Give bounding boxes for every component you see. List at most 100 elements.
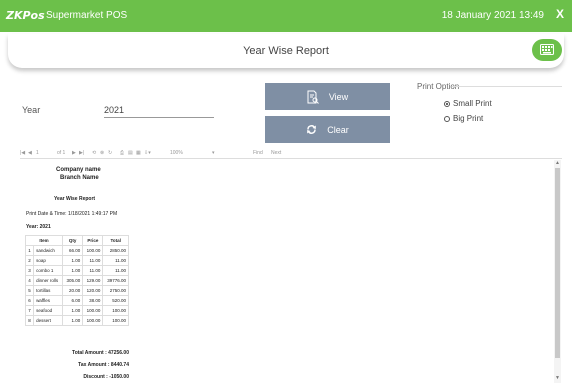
item-qty: 1.00 — [62, 315, 84, 326]
clear-button[interactable]: Clear — [265, 116, 390, 143]
first-page-icon[interactable]: |◀ — [20, 150, 25, 156]
item-price: 100.00 — [82, 315, 104, 326]
big-print-radio[interactable]: Big Print — [444, 114, 483, 123]
find-link[interactable]: Find — [253, 150, 263, 156]
item-total: 100.00 — [102, 315, 129, 326]
table-row: 5 tortillas 20.00 120.00 2750.00 — [24, 285, 129, 296]
page-number[interactable]: 1 — [36, 150, 39, 156]
small-print-radio[interactable]: Small Print — [444, 99, 492, 108]
company-name: Company name — [56, 167, 101, 173]
big-print-label: Big Print — [453, 114, 484, 123]
page-title: Year Wise Report — [243, 45, 329, 57]
item-qty: 1.00 — [62, 305, 84, 316]
view-button[interactable]: View — [265, 83, 390, 110]
column-header: Total — [102, 235, 129, 246]
table-header-row: Item Qty Price Total — [24, 235, 129, 246]
row-number: 8 — [24, 315, 35, 326]
layout-icon[interactable]: ▤ — [128, 150, 133, 156]
discount-label: Discount : — [83, 374, 108, 380]
item-price: 120.00 — [82, 285, 104, 296]
scroll-down-icon[interactable]: ▼ — [555, 375, 560, 381]
item-name: waffles — [33, 295, 64, 306]
app-logo: ZKPos — [6, 9, 45, 22]
scrollbar-thumb[interactable] — [555, 168, 560, 358]
column-header: Item — [24, 235, 64, 246]
item-qty: 6.00 — [62, 295, 84, 306]
report-toolbar: |◀ ◀ 1 of 1 ▶ ▶| ⟲ ⊗ ↻ ⎙ ▤ ▦ ⇩▾ 100% ▾ F… — [20, 148, 562, 159]
table-row: 8 dessert 1.00 100.00 100.00 — [24, 315, 129, 326]
page-header: Year Wise Report — [8, 34, 564, 68]
keyboard-icon — [540, 44, 554, 55]
item-total: 520.00 — [102, 295, 129, 306]
stop-icon[interactable]: ⊗ — [100, 150, 104, 156]
title-bar: ZKPos Supermarket POS 18 January 2021 13… — [0, 0, 572, 32]
keyboard-button[interactable] — [532, 39, 562, 61]
refresh-report-icon[interactable]: ↻ — [108, 150, 112, 156]
discount-value: -1050.00 — [109, 374, 129, 380]
scroll-up-icon[interactable]: ▲ — [555, 160, 560, 166]
row-number: 3 — [24, 265, 35, 276]
prev-page-icon[interactable]: ◀ — [28, 150, 32, 156]
small-print-label: Small Print — [453, 99, 492, 108]
clear-button-label: Clear — [327, 124, 349, 135]
radio-unselected-icon — [444, 115, 450, 122]
table-row: 1 sandwich 66.00 100.00 2850.00 — [24, 245, 129, 256]
branch-name: Branch Name — [60, 175, 99, 181]
item-qty: 1.00 — [62, 265, 84, 276]
item-price: 11.00 — [82, 255, 104, 266]
next-link[interactable]: Next — [271, 150, 281, 156]
item-qty: 305.00 — [62, 275, 84, 286]
item-name: combo 1 — [33, 265, 64, 276]
tax-amount-value: 8440.74 — [110, 362, 129, 368]
export-icon[interactable]: ⇩▾ — [144, 150, 151, 156]
row-number: 1 — [24, 245, 35, 256]
item-total: 11.00 — [102, 265, 129, 276]
item-total: 11.00 — [102, 255, 129, 266]
document-search-icon — [307, 90, 319, 104]
item-price: 38.00 — [82, 295, 104, 306]
item-total: 2850.00 — [102, 245, 129, 256]
year-input[interactable] — [104, 102, 214, 118]
item-total: 39776.00 — [102, 275, 129, 286]
last-page-icon[interactable]: ▶| — [79, 150, 84, 156]
radio-selected-icon — [444, 100, 450, 107]
table-row: 7 seafood 1.00 100.00 100.00 — [24, 305, 129, 316]
item-name: dessert — [33, 315, 64, 326]
zoom-dropdown-icon[interactable]: ▾ — [212, 150, 215, 156]
total-amount-row: Total Amount : 47256.00 — [40, 350, 129, 356]
year-label: Year — [22, 105, 41, 115]
page-count: of 1 — [57, 150, 66, 156]
item-price: 100.00 — [82, 245, 104, 256]
back-icon[interactable]: ⟲ — [92, 150, 96, 156]
zoom-select[interactable]: 100% — [170, 150, 183, 156]
discount-row: Discount : -1050.00 — [40, 374, 129, 380]
print-icon[interactable]: ⎙ — [120, 150, 124, 156]
row-number: 7 — [24, 305, 35, 316]
page-setup-icon[interactable]: ▦ — [136, 150, 141, 156]
row-number: 6 — [24, 295, 35, 306]
item-name: dinner rolls — [33, 275, 64, 286]
item-price: 100.00 — [82, 305, 104, 316]
report-title: Year Wise Report — [54, 196, 96, 202]
tax-amount-row: Tax Amount : 8440.74 — [40, 362, 129, 368]
table-row: 4 dinner rolls 305.00 129.00 39776.00 — [24, 275, 129, 286]
table-row: 6 waffles 6.00 38.00 520.00 — [24, 295, 129, 306]
item-total: 100.00 — [102, 305, 129, 316]
close-button[interactable]: X — [556, 7, 564, 21]
report-table: Item Qty Price Total 1 sandwich 66.00 100.0… — [24, 235, 129, 326]
report-year: Year: 2021 — [26, 224, 51, 230]
datetime: 18 January 2021 13:49 — [441, 10, 544, 21]
print-datetime: Print Date & Time: 1/18/2021 1:49:17 PM — [26, 211, 118, 217]
app-name: Supermarket POS — [46, 10, 128, 21]
row-number: 4 — [24, 275, 35, 286]
item-name: sandwich — [33, 245, 64, 256]
item-price: 11.00 — [82, 265, 104, 276]
item-qty: 1.00 — [62, 255, 84, 266]
item-name: tortillas — [33, 285, 64, 296]
item-name: soap — [33, 255, 64, 266]
next-page-icon[interactable]: ▶ — [72, 150, 76, 156]
column-header: Price — [82, 235, 104, 246]
table-row: 2 soap 1.00 11.00 11.00 — [24, 255, 129, 266]
print-option-divider — [452, 86, 562, 87]
item-name: seafood — [33, 305, 64, 316]
